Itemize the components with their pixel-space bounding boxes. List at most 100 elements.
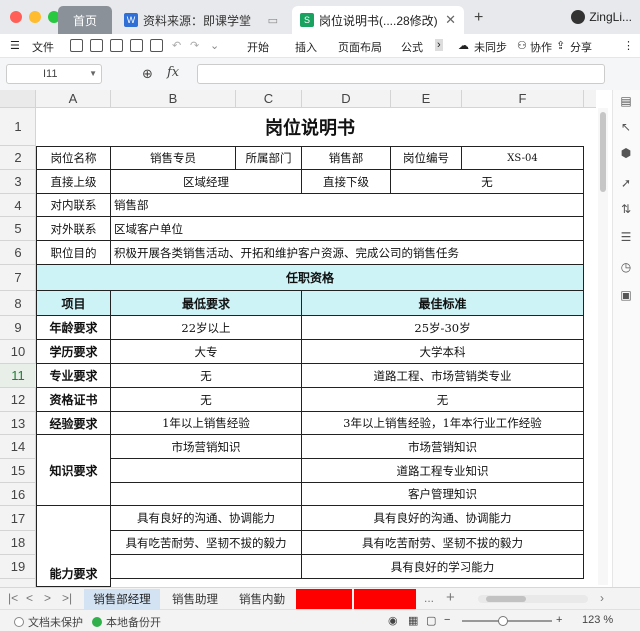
row-header[interactable]: 1	[0, 108, 36, 146]
print-icon[interactable]	[130, 39, 143, 52]
horizontal-scrollbar[interactable]	[478, 595, 588, 603]
cell-e3[interactable]: 无	[391, 170, 584, 194]
row-header[interactable]: 14	[0, 435, 36, 459]
backup-status[interactable]: 本地备份开	[92, 614, 161, 630]
cell-d2[interactable]: 销售部	[302, 147, 391, 170]
cell-a11[interactable]: 专业要求	[37, 364, 111, 388]
row-header-selected[interactable]: 11	[0, 364, 36, 388]
cell-a4[interactable]: 对内联系	[37, 194, 111, 217]
cell-a8[interactable]: 项目	[37, 291, 111, 316]
new-tab-icon[interactable]: +	[474, 9, 483, 27]
column-header-c[interactable]: C	[236, 90, 302, 108]
cell-d13[interactable]: 3年以上销售经验，1年本行业工作经验	[302, 412, 584, 435]
cell-d12[interactable]: 无	[302, 388, 584, 412]
share-button[interactable]: 分享	[570, 39, 592, 55]
hamburger-icon[interactable]: ☰	[10, 39, 20, 52]
section-qualifications[interactable]: 任职资格	[37, 265, 584, 291]
add-sheet-icon[interactable]: +	[446, 589, 455, 606]
cell-d15[interactable]: 道路工程专业知识	[302, 459, 584, 483]
sheet-tab-manager[interactable]: 销售部经理	[84, 589, 160, 609]
sheet-title[interactable]: 岗位说明书	[36, 108, 584, 146]
column-header-b[interactable]: B	[111, 90, 236, 108]
sheet-tab-redacted-1[interactable]	[296, 589, 352, 609]
user-account[interactable]: ZingLi...	[571, 10, 632, 24]
normal-view-icon[interactable]: ▦	[408, 614, 418, 627]
column-header-a[interactable]: A	[36, 90, 111, 108]
open-folder-icon[interactable]	[70, 39, 83, 52]
cell-b15[interactable]	[111, 459, 302, 483]
cell-d16[interactable]: 客户管理知识	[302, 483, 584, 506]
cell-d9[interactable]: 25岁-30岁	[302, 316, 584, 340]
row-header[interactable]: 19	[0, 555, 36, 579]
cell-b14[interactable]: 市场营销知识	[111, 435, 302, 459]
zoom-slider-knob[interactable]	[498, 616, 508, 626]
cell-d3[interactable]: 直接下级	[302, 170, 391, 194]
menu-start[interactable]: 开始	[247, 39, 269, 55]
more-options-icon[interactable]: ⋮	[623, 39, 634, 52]
cell-e2[interactable]: 岗位编号	[391, 147, 462, 170]
spreadsheet-grid[interactable]: A B C D E F 1 2 3 4 5 6 7 8 9 10 11 12 1…	[0, 90, 596, 587]
sheet-tab-redacted-2[interactable]	[354, 589, 416, 609]
formula-input[interactable]	[197, 64, 605, 84]
tab-spreadsheet[interactable]: S 岗位说明书(....28修改) ✕	[292, 6, 464, 34]
row-header[interactable]: 6	[0, 241, 36, 265]
row-header[interactable]: 9	[0, 316, 36, 340]
preview-icon[interactable]	[150, 39, 163, 52]
vertical-scroll-thumb[interactable]	[600, 112, 606, 192]
cell-a5[interactable]: 对外联系	[37, 217, 111, 241]
cell-a3[interactable]: 直接上级	[37, 170, 111, 194]
cell-b12[interactable]: 无	[111, 388, 302, 412]
history-icon[interactable]: ◷	[619, 260, 633, 274]
cell-b19[interactable]	[111, 555, 302, 579]
row-header[interactable]: 18	[0, 531, 36, 555]
panel-toggle-icon[interactable]: ▤	[619, 94, 633, 108]
cell-a9[interactable]: 年龄要求	[37, 316, 111, 340]
zoom-slider[interactable]	[462, 616, 552, 626]
cell-b16[interactable]	[111, 483, 302, 506]
scroll-right-icon[interactable]: ›	[600, 591, 604, 605]
cell-a13[interactable]: 经验要求	[37, 412, 111, 435]
menu-insert[interactable]: 插入	[295, 39, 317, 55]
shape-icon[interactable]: ⬢	[619, 146, 633, 160]
row-header[interactable]: 15	[0, 459, 36, 483]
image-icon[interactable]: ▣	[619, 288, 633, 302]
select-cursor-icon[interactable]: ↖	[619, 120, 633, 134]
fx-icon[interactable]: fx	[167, 65, 179, 80]
cell-b9[interactable]: 22岁以上	[111, 316, 302, 340]
cell-a17[interactable]: 能力要求	[37, 506, 111, 587]
row-header[interactable]: 12	[0, 388, 36, 412]
filter-icon[interactable]: ⇅	[619, 202, 633, 216]
cell-d18[interactable]: 具有吃苦耐劳、坚韧不拔的毅力	[302, 531, 584, 555]
close-tab-icon[interactable]: ✕	[445, 12, 456, 28]
sync-status[interactable]: 未同步	[474, 39, 507, 55]
menu-formula[interactable]: 公式	[401, 39, 423, 55]
cell-d19[interactable]: 具有良好的学习能力	[302, 555, 584, 579]
prev-sheet-icon[interactable]: <	[26, 591, 33, 605]
select-all-corner[interactable]	[0, 90, 36, 108]
row-header[interactable]: 7	[0, 265, 36, 291]
cell-b13[interactable]: 1年以上销售经验	[111, 412, 302, 435]
tab-document-source[interactable]: W 资料来源：即课学堂 ▭	[116, 6, 286, 34]
protection-status[interactable]: 文档未保护	[14, 614, 83, 630]
cell-b8[interactable]: 最低要求	[111, 291, 302, 316]
row-header[interactable]: 16	[0, 483, 36, 506]
collab-button[interactable]: 协作	[530, 39, 552, 55]
row-header[interactable]: 3	[0, 170, 36, 194]
pointer-icon[interactable]: ➚	[619, 176, 633, 190]
cell-a2[interactable]: 岗位名称	[37, 147, 111, 170]
cell-a6[interactable]: 职位目的	[37, 241, 111, 265]
row-header[interactable]: 17	[0, 506, 36, 531]
cell-b2[interactable]: 销售专员	[111, 147, 236, 170]
eye-protect-icon[interactable]: ◉	[388, 614, 398, 627]
cell-a14[interactable]: 知识要求	[37, 435, 111, 506]
pdf-icon[interactable]	[110, 39, 123, 52]
close-window-button[interactable]	[10, 11, 22, 23]
cell-a12[interactable]: 资格证书	[37, 388, 111, 412]
vertical-scrollbar[interactable]	[598, 108, 608, 585]
column-header-e[interactable]: E	[391, 90, 462, 108]
column-header-f[interactable]: F	[462, 90, 584, 108]
cell-b18[interactable]: 具有吃苦耐劳、坚韧不拔的毅力	[111, 531, 302, 555]
undo-icon[interactable]: ↶	[172, 39, 181, 52]
row-header[interactable]: 5	[0, 217, 36, 241]
cell-d14[interactable]: 市场营销知识	[302, 435, 584, 459]
